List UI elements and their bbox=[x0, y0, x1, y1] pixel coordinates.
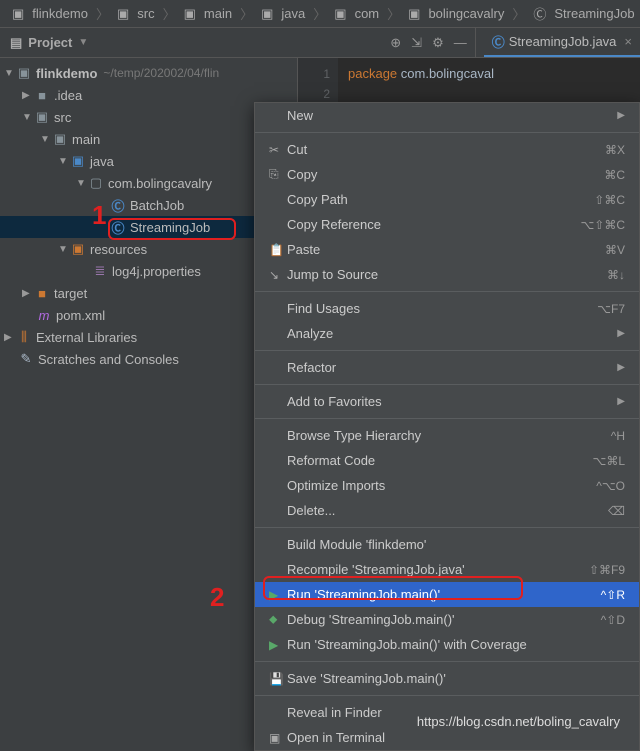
tree-resources[interactable]: ▼▣resources bbox=[0, 238, 297, 260]
menu-item[interactable]: Add to Favorites▶ bbox=[255, 389, 639, 414]
chevron-right-icon: ▶ bbox=[617, 110, 625, 121]
chevron-right-icon: 〉 bbox=[92, 4, 113, 23]
expand-icon[interactable]: ⇲ bbox=[411, 35, 422, 51]
chevron-right-icon: 〉 bbox=[309, 4, 330, 23]
close-icon[interactable]: × bbox=[624, 34, 632, 49]
menu-item[interactable]: Reformat Code⌥⌘L bbox=[255, 448, 639, 473]
target-icon[interactable]: ⊕ bbox=[390, 35, 401, 51]
breadcrumb-item[interactable]: bolingcavalry bbox=[424, 6, 508, 21]
menu-item[interactable]: Analyze▶ bbox=[255, 321, 639, 346]
tree-idea[interactable]: ▶■.idea bbox=[0, 84, 297, 106]
chevron-right-icon: 〉 bbox=[508, 4, 529, 23]
annotation-box-1 bbox=[108, 218, 236, 240]
tab-label: StreamingJob.java bbox=[509, 34, 617, 49]
chevron-right-icon: ▶ bbox=[617, 362, 625, 373]
annotation-box-2 bbox=[263, 576, 523, 600]
project-label-text: Project bbox=[28, 35, 72, 50]
menu-separator bbox=[255, 527, 639, 528]
menu-separator bbox=[255, 384, 639, 385]
tree-src[interactable]: ▼▣src bbox=[0, 106, 297, 128]
menu-item[interactable]: Refactor▶ bbox=[255, 355, 639, 380]
breadcrumb: ▣flinkdemo〉▣src〉▣main〉▣java〉▣com〉▣boling… bbox=[0, 0, 640, 28]
menu-item[interactable]: Optimize Imports^⌥O bbox=[255, 473, 639, 498]
menu-item[interactable]: New▶ bbox=[255, 103, 639, 128]
menu-item[interactable]: Delete...⌫ bbox=[255, 498, 639, 523]
chevron-down-icon: ▼ bbox=[78, 37, 88, 48]
breadcrumb-item[interactable]: src bbox=[133, 6, 158, 21]
menu-item[interactable]: Browse Type Hierarchy^H bbox=[255, 423, 639, 448]
tree-pom[interactable]: mpom.xml bbox=[0, 304, 297, 326]
tree-extlib[interactable]: ▶⫼External Libraries bbox=[0, 326, 297, 348]
toolbar-row: ▤ Project ▼ ⊕ ⇲ ⚙ — Ⓒ StreamingJob.java … bbox=[0, 28, 640, 58]
menu-item[interactable]: ⎘Copy⌘C bbox=[255, 162, 639, 187]
tree-scratch[interactable]: ✎Scratches and Consoles bbox=[0, 348, 297, 370]
chevron-right-icon: 〉 bbox=[159, 4, 180, 23]
project-icon: ▤ bbox=[10, 35, 22, 51]
menu-item[interactable]: Build Module 'flinkdemo' bbox=[255, 532, 639, 557]
menu-separator bbox=[255, 291, 639, 292]
breadcrumb-item[interactable]: main bbox=[200, 6, 236, 21]
tree-package[interactable]: ▼▢com.bolingcavalry bbox=[0, 172, 297, 194]
menu-item[interactable]: 📋Paste⌘V bbox=[255, 237, 639, 262]
breadcrumb-item[interactable]: StreamingJob bbox=[550, 6, 638, 21]
menu-item[interactable]: ▶Run 'StreamingJob.main()' with Coverage bbox=[255, 632, 639, 657]
tree-log4j[interactable]: ≣log4j.properties bbox=[0, 260, 297, 282]
context-menu: New▶ ✂Cut⌘X⎘Copy⌘CCopy Path⇧⌘CCopy Refere… bbox=[254, 102, 640, 751]
editor-tabs: Ⓒ StreamingJob.java × bbox=[476, 28, 640, 57]
menu-separator bbox=[255, 661, 639, 662]
menu-separator bbox=[255, 418, 639, 419]
menu-separator bbox=[255, 350, 639, 351]
breadcrumb-item[interactable]: java bbox=[277, 6, 309, 21]
annotation-1: 1 bbox=[92, 200, 106, 231]
gear-icon[interactable]: ⚙ bbox=[432, 35, 444, 51]
menu-item[interactable]: Copy Path⇧⌘C bbox=[255, 187, 639, 212]
breadcrumb-item[interactable]: flinkdemo bbox=[28, 6, 92, 21]
menu-item[interactable]: 💾Save 'StreamingJob.main()' bbox=[255, 666, 639, 691]
annotation-2: 2 bbox=[210, 582, 224, 613]
tree-root[interactable]: ▼▣flinkdemo~/temp/202002/04/flin bbox=[0, 62, 297, 84]
menu-item[interactable]: ✂Cut⌘X bbox=[255, 137, 639, 162]
chevron-right-icon: 〉 bbox=[383, 4, 404, 23]
menu-separator bbox=[255, 132, 639, 133]
tab-streamingjob[interactable]: Ⓒ StreamingJob.java × bbox=[484, 28, 640, 57]
project-tool-label[interactable]: ▤ Project ▼ bbox=[0, 28, 98, 57]
chevron-right-icon: 〉 bbox=[236, 4, 257, 23]
tree-java[interactable]: ▼▣java bbox=[0, 150, 297, 172]
menu-item[interactable]: Copy Reference⌥⇧⌘C bbox=[255, 212, 639, 237]
watermark: https://blog.csdn.net/boling_cavalry bbox=[417, 714, 620, 729]
menu-separator bbox=[255, 695, 639, 696]
menu-item[interactable]: ⬥Debug 'StreamingJob.main()'^⇧D bbox=[255, 607, 639, 632]
tool-icons: ⊕ ⇲ ⚙ — bbox=[382, 28, 475, 57]
menu-item[interactable]: ↘Jump to Source⌘↓ bbox=[255, 262, 639, 287]
hide-icon[interactable]: — bbox=[454, 35, 467, 50]
breadcrumb-item[interactable]: com bbox=[351, 6, 384, 21]
tree-main[interactable]: ▼▣main bbox=[0, 128, 297, 150]
class-icon: Ⓒ bbox=[492, 32, 505, 51]
tree-batchjob[interactable]: ⒸBatchJob bbox=[0, 194, 297, 216]
chevron-right-icon: ▶ bbox=[617, 396, 625, 407]
chevron-right-icon: ▶ bbox=[617, 328, 625, 339]
tree-target[interactable]: ▶■target bbox=[0, 282, 297, 304]
menu-item[interactable]: Find Usages⌥F7 bbox=[255, 296, 639, 321]
